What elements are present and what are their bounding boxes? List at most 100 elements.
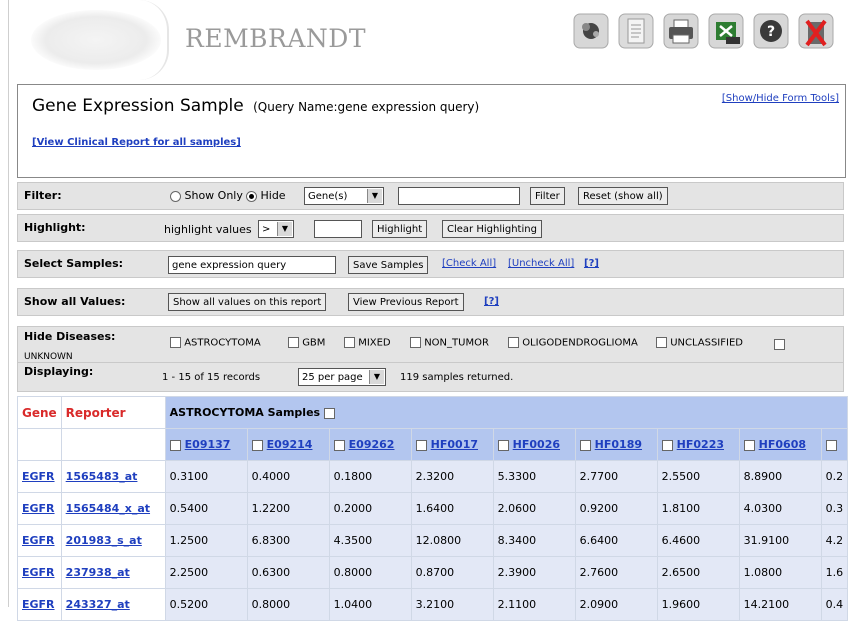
query-name: (Query Name:gene expression query) <box>253 100 480 114</box>
sample-checkbox[interactable] <box>415 439 427 451</box>
sample-id[interactable]: HF0223 <box>677 438 724 451</box>
gene-link[interactable]: EGFR <box>17 524 62 557</box>
sample-checkbox[interactable] <box>661 439 673 451</box>
sample-checkbox[interactable] <box>251 439 263 451</box>
reporter-link[interactable]: 237938_at <box>60 556 166 589</box>
sample-column-header[interactable]: HF0017 <box>410 428 494 461</box>
filter-hide[interactable]: Hide <box>246 189 286 202</box>
disease-checkbox[interactable] <box>656 337 667 348</box>
filter-type-value: Gene(s) <box>308 191 348 202</box>
disease-option-label: OLIGODENDROGLIOMA <box>522 337 638 349</box>
disease-option-astrocytoma[interactable]: ASTROCYTOMA <box>170 337 261 349</box>
sample-checkbox[interactable] <box>743 439 755 451</box>
disease-option-gbm[interactable]: GBM <box>288 337 325 349</box>
uncheck-all-link[interactable]: [Uncheck All] <box>508 258 574 269</box>
expression-value-cell: 3.2100 <box>410 588 494 621</box>
sample-id[interactable]: HF0608 <box>759 438 806 451</box>
view-previous-report-button[interactable]: View Previous Report <box>348 293 464 311</box>
reset-show-all-button[interactable]: Reset (show all) <box>578 187 668 205</box>
help-icon[interactable]: ? <box>752 12 790 50</box>
highlight-operator-select[interactable]: > ▼ <box>258 220 294 238</box>
disease-option-unclassified[interactable]: UNCLASSIFIED <box>656 337 743 349</box>
show-hide-form-tools-link[interactable]: [Show/Hide Form Tools] <box>722 93 839 104</box>
sample-id[interactable]: E09137 <box>185 438 231 451</box>
expression-value-cell: 0.3100 <box>164 460 248 493</box>
sample-column-header[interactable]: HF0608 <box>738 428 822 461</box>
clear-highlighting-button[interactable]: Clear Highlighting <box>442 220 542 238</box>
reporter-link[interactable]: 1565484_x_at <box>60 492 166 525</box>
sample-checkbox[interactable] <box>497 439 509 451</box>
sample-id[interactable]: E09214 <box>267 438 313 451</box>
reporter-column-header[interactable]: Reporter <box>60 396 166 429</box>
highlight-button[interactable]: Highlight <box>372 220 428 238</box>
save-samples-button[interactable]: Save Samples <box>348 256 429 274</box>
disease-option-unknown-checkbox-wrap[interactable] <box>774 337 785 350</box>
select-samples-help-link[interactable]: [?] <box>584 258 599 269</box>
disease-checkbox[interactable] <box>288 337 299 348</box>
expression-value-cell: 1.2200 <box>246 492 330 525</box>
filter-text-input[interactable] <box>398 187 520 205</box>
sample-id[interactable]: HF0026 <box>513 438 560 451</box>
sample-checkbox[interactable] <box>169 439 181 451</box>
expression-value-cell: 0.5200 <box>164 588 248 621</box>
disease-checkbox[interactable] <box>774 338 785 350</box>
sample-column-header[interactable]: E09262 <box>328 428 412 461</box>
show-only-radio[interactable] <box>170 190 181 202</box>
sample-checkbox[interactable] <box>333 439 345 451</box>
disease-checkbox[interactable] <box>508 337 519 348</box>
expression-value-cell: 12.0800 <box>410 524 494 557</box>
document-icon[interactable] <box>617 12 655 50</box>
sample-id[interactable]: E09262 <box>349 438 395 451</box>
gene-link[interactable]: EGFR <box>17 556 62 589</box>
view-clinical-report-link[interactable]: [View Clinical Report for all samples] <box>32 137 241 148</box>
group-select-checkbox[interactable] <box>323 407 335 419</box>
disease-option-non-tumor[interactable]: NON_TUMOR <box>410 337 489 349</box>
reporter-link[interactable]: 1565483_at <box>60 460 166 493</box>
disease-option-mixed[interactable]: MIXED <box>344 337 391 349</box>
sample-column-header[interactable]: HF0223 <box>656 428 740 461</box>
expression-value-cell: 2.5500 <box>656 460 740 493</box>
filter-type-select[interactable]: Gene(s) ▼ <box>304 187 384 205</box>
check-all-link[interactable]: [Check All] <box>442 258 496 269</box>
sample-checkbox[interactable] <box>825 439 837 451</box>
sample-column-header[interactable]: E09137 <box>164 428 248 461</box>
sample-column-header[interactable] <box>820 428 849 461</box>
reporter-link[interactable]: 243327_at <box>60 588 166 621</box>
show-all-values-help-link[interactable]: [?] <box>484 296 499 307</box>
sample-list-name-input[interactable]: gene expression query <box>168 256 336 274</box>
disease-option-oligodendroglioma[interactable]: OLIGODENDROGLIOMA <box>508 337 638 349</box>
gene-link[interactable]: EGFR <box>17 492 62 525</box>
graph-icon[interactable] <box>572 12 610 50</box>
filter-button[interactable]: Filter <box>530 187 565 205</box>
sample-checkbox[interactable] <box>579 439 591 451</box>
expression-value-cell: 5.3300 <box>492 460 576 493</box>
highlight-value-input[interactable] <box>314 220 362 238</box>
gene-link[interactable]: EGFR <box>17 460 62 493</box>
expression-value-cell: 1.2500 <box>164 524 248 557</box>
expression-value-cell: 1.8100 <box>656 492 740 525</box>
gene-link[interactable]: EGFR <box>17 588 62 621</box>
per-page-select[interactable]: 25 per page ▼ <box>298 368 386 386</box>
expression-value-cell: 2.3900 <box>492 556 576 589</box>
sample-id[interactable]: HF0189 <box>595 438 642 451</box>
report-title-box: Gene Expression Sample (Query Name:gene … <box>17 84 846 178</box>
sample-column-header[interactable]: HF0026 <box>492 428 576 461</box>
filter-show-only[interactable]: Show Only <box>170 189 243 202</box>
printer-icon[interactable] <box>662 12 700 50</box>
reporter-link[interactable]: 201983_s_at <box>60 524 166 557</box>
close-trash-icon[interactable] <box>797 12 835 50</box>
hide-radio[interactable] <box>246 190 257 202</box>
show-all-values-button[interactable]: Show all values on this report <box>168 293 327 311</box>
table-row: EGFR 1565483_at 0.3100 0.4000 0.1800 2.3200 5.… <box>17 460 849 493</box>
gene-column-header[interactable]: Gene <box>17 396 62 429</box>
excel-export-icon[interactable] <box>707 12 745 50</box>
sample-id[interactable]: HF0017 <box>431 438 478 451</box>
disease-checkbox[interactable] <box>170 337 181 348</box>
disease-option-label: GBM <box>302 337 326 349</box>
disease-option-label: NON_TUMOR <box>424 337 489 349</box>
sample-column-header[interactable]: HF0189 <box>574 428 658 461</box>
disease-checkbox[interactable] <box>410 337 421 348</box>
disease-checkbox[interactable] <box>344 337 355 348</box>
sample-column-header[interactable]: E09214 <box>246 428 330 461</box>
expression-value-cell: 2.0900 <box>574 588 658 621</box>
